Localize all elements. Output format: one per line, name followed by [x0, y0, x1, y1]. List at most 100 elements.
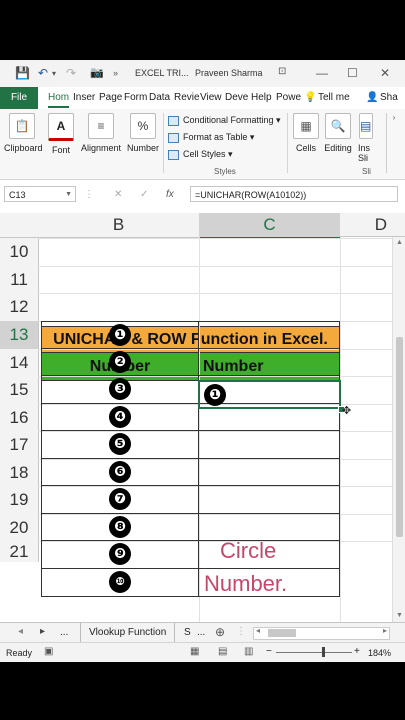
- horizontal-scroll-thumb[interactable]: [268, 629, 296, 637]
- vertical-scrollbar[interactable]: ▲ ▼: [392, 237, 405, 622]
- cell-c-13[interactable]: [199, 321, 340, 349]
- tab-review[interactable]: Revie: [174, 92, 200, 103]
- conditional-formatting-button[interactable]: Conditional Formatting ▾: [168, 115, 281, 126]
- tab-insert[interactable]: Inser: [73, 92, 95, 103]
- scroll-down-icon[interactable]: ▼: [396, 612, 403, 619]
- page-break-view-icon[interactable]: ▥: [244, 646, 253, 657]
- ribbon-display-icon[interactable]: ⊡: [278, 66, 286, 77]
- cell-styles-button[interactable]: Cell Styles ▾: [168, 149, 233, 160]
- row-header[interactable]: 15: [0, 376, 39, 404]
- cell-c-14[interactable]: [199, 349, 340, 376]
- tab-data[interactable]: Data: [149, 92, 170, 103]
- insert-function-icon[interactable]: fx: [166, 189, 174, 200]
- tell-me-search[interactable]: Tell me: [318, 92, 350, 103]
- scroll-left-icon[interactable]: ◂: [256, 626, 260, 635]
- macro-record-icon[interactable]: ▣: [44, 646, 53, 657]
- add-sheet-icon[interactable]: ⊕: [215, 625, 225, 639]
- row-header[interactable]: 14: [0, 349, 39, 376]
- insights-group[interactable]: ▤ Ins Sli: [358, 113, 374, 163]
- font-group[interactable]: A Font: [46, 113, 76, 155]
- close-icon[interactable]: ✕: [380, 66, 390, 80]
- active-cell-c13[interactable]: ❶: [198, 380, 341, 409]
- zoom-in-icon[interactable]: +: [354, 646, 360, 657]
- save-icon[interactable]: 💾: [15, 66, 30, 80]
- share-button[interactable]: Sha: [380, 92, 398, 103]
- row-header[interactable]: 17: [0, 431, 39, 459]
- column-header-c[interactable]: C: [199, 213, 340, 239]
- normal-view-icon[interactable]: ▦: [190, 646, 199, 657]
- cell-c-18[interactable]: [199, 459, 340, 486]
- search-icon: 🔍: [325, 113, 351, 139]
- cell-b-15[interactable]: ❸: [41, 376, 199, 404]
- row-header[interactable]: 20: [0, 514, 39, 541]
- row-header[interactable]: 10: [0, 238, 39, 266]
- page-layout-view-icon[interactable]: ▤: [218, 646, 227, 657]
- cell-b-20[interactable]: ❽: [41, 514, 199, 541]
- cell-c-19[interactable]: [199, 486, 340, 514]
- minimize-icon[interactable]: —: [316, 66, 328, 80]
- scroll-up-icon[interactable]: ▲: [396, 239, 403, 246]
- format-as-table-button[interactable]: Format as Table ▾: [168, 132, 254, 143]
- clipboard-group[interactable]: 📋 Clipboard: [4, 113, 43, 153]
- editing-group[interactable]: 🔍 Editing: [322, 113, 354, 153]
- tab-page-layout[interactable]: Page: [99, 92, 122, 103]
- tab-view[interactable]: View: [200, 92, 222, 103]
- row-header[interactable]: 13: [0, 321, 39, 349]
- enter-icon[interactable]: ✓: [140, 189, 148, 200]
- camera-icon[interactable]: 📷: [90, 66, 104, 79]
- cell-b-14[interactable]: ❷: [41, 349, 199, 376]
- row-header[interactable]: 16: [0, 404, 39, 431]
- cancel-icon[interactable]: ✕: [114, 189, 122, 200]
- row-header[interactable]: 18: [0, 459, 39, 486]
- number-group[interactable]: % Number: [126, 113, 160, 153]
- cell-b-17[interactable]: ❺: [41, 431, 199, 459]
- next-sheet-icon[interactable]: ▸: [40, 626, 45, 637]
- zoom-slider[interactable]: [276, 652, 352, 653]
- tab-file[interactable]: File: [0, 87, 38, 109]
- cell-b-16[interactable]: ❹: [41, 404, 199, 431]
- sheet-tab-vlookup[interactable]: Vlookup Function: [80, 623, 176, 643]
- name-box-dropdown-icon[interactable]: ▼: [65, 187, 72, 203]
- zoom-slider-thumb[interactable]: [322, 647, 325, 657]
- share-icon[interactable]: 👤: [366, 92, 378, 103]
- more-sheets-left[interactable]: ...: [60, 627, 68, 638]
- maximize-icon[interactable]: ☐: [347, 66, 358, 80]
- row-header[interactable]: 21: [0, 541, 39, 562]
- tab-help[interactable]: Help: [251, 92, 272, 103]
- vertical-scroll-thumb[interactable]: [396, 337, 403, 537]
- customize-toolbar-icon[interactable]: »: [113, 68, 118, 78]
- column-header-d[interactable]: D: [340, 213, 405, 237]
- undo-dropdown-icon[interactable]: ▾: [52, 69, 56, 78]
- ribbon-scroll-arrow[interactable]: ›: [386, 113, 401, 173]
- redo-icon[interactable]: ↷: [66, 66, 76, 80]
- cell-b-13[interactable]: ❶: [41, 321, 199, 349]
- cell-b-22[interactable]: ❿: [41, 569, 199, 597]
- name-box[interactable]: C13 ▼: [4, 186, 76, 202]
- sheet-tab-s[interactable]: S: [184, 627, 191, 638]
- tab-home[interactable]: Hom: [48, 92, 70, 108]
- tab-power[interactable]: Powe: [276, 92, 301, 103]
- horizontal-scrollbar[interactable]: ◂ ▸: [253, 626, 390, 640]
- tab-split-icon[interactable]: ⋮: [236, 626, 246, 637]
- select-all-corner[interactable]: [0, 213, 38, 238]
- cells-group[interactable]: ▦ Cells: [292, 113, 320, 153]
- cell-c-20[interactable]: [199, 514, 340, 541]
- zoom-out-icon[interactable]: −: [266, 646, 272, 657]
- previous-sheet-icon[interactable]: ◂: [18, 626, 23, 637]
- scroll-right-icon[interactable]: ▸: [383, 626, 387, 635]
- more-sheets-right[interactable]: ...: [197, 627, 205, 638]
- row-header[interactable]: 11: [0, 266, 39, 293]
- formula-input[interactable]: =UNICHAR(ROW(A10102)): [190, 186, 398, 202]
- cell-b-21[interactable]: ❾: [41, 541, 199, 569]
- zoom-level[interactable]: 184%: [368, 648, 391, 658]
- row-header[interactable]: 19: [0, 486, 39, 514]
- column-header-b[interactable]: B: [38, 213, 199, 238]
- row-header[interactable]: 12: [0, 293, 39, 321]
- tab-developer[interactable]: Deve: [225, 92, 248, 103]
- undo-icon[interactable]: ↶: [38, 66, 48, 80]
- tab-formulas[interactable]: Form: [124, 92, 147, 103]
- cell-b-18[interactable]: ❻: [41, 459, 199, 486]
- cell-b-19[interactable]: ❼: [41, 486, 199, 514]
- cell-c-17[interactable]: [199, 431, 340, 459]
- alignment-group[interactable]: ≡ Alignment: [80, 113, 122, 153]
